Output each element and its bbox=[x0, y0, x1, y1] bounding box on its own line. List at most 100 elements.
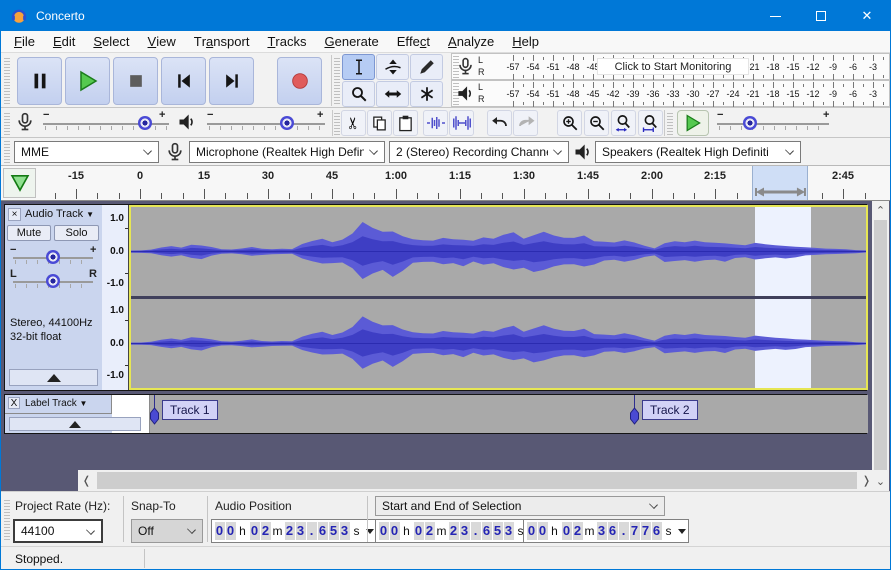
time-digit[interactable]: 6 bbox=[317, 522, 328, 540]
audio-position-field[interactable]: 00h02m23.653s bbox=[211, 519, 377, 543]
close-track-button[interactable]: × bbox=[8, 208, 21, 221]
undo-button[interactable] bbox=[487, 110, 512, 136]
zoom-out-button[interactable] bbox=[584, 110, 609, 136]
copy-button[interactable] bbox=[367, 110, 392, 136]
label-marker-handle[interactable] bbox=[628, 407, 641, 426]
skip-to-end-button[interactable] bbox=[209, 57, 254, 105]
maximize-button[interactable] bbox=[798, 1, 844, 31]
label-lane[interactable]: Track 1 Track 2 bbox=[150, 395, 868, 433]
skip-to-start-button[interactable] bbox=[161, 57, 206, 105]
recording-channels-select[interactable]: 2 (Stereo) Recording Channels bbox=[389, 141, 569, 163]
playback-device-select[interactable]: Speakers (Realtek High Definiti bbox=[595, 141, 801, 163]
selection-end-field[interactable]: 00h02m36.776s bbox=[523, 519, 689, 543]
trim-audio-button[interactable] bbox=[423, 110, 448, 136]
menu-analyze[interactable]: Analyze bbox=[439, 31, 503, 52]
recording-meter[interactable]: L R -57-54-51-48-45-42-39-36-33-30-27-24… bbox=[451, 53, 890, 80]
time-digit[interactable]: 2 bbox=[448, 522, 459, 540]
time-digit[interactable]: 6 bbox=[481, 522, 492, 540]
collapse-track-button[interactable] bbox=[9, 417, 141, 431]
time-digit[interactable]: 2 bbox=[284, 522, 295, 540]
playback-volume-slider[interactable] bbox=[207, 114, 325, 132]
time-digit[interactable]: 5 bbox=[328, 522, 339, 540]
menu-edit[interactable]: Edit bbox=[44, 31, 84, 52]
edit-toolbar-grip[interactable] bbox=[334, 111, 340, 135]
time-digit[interactable]: 0 bbox=[537, 522, 548, 540]
play-at-speed-button[interactable] bbox=[677, 110, 709, 136]
time-digit[interactable]: 5 bbox=[492, 522, 503, 540]
time-digit[interactable]: . bbox=[306, 522, 317, 540]
horizontal-scroll-thumb[interactable] bbox=[97, 472, 857, 489]
scroll-left-arrow[interactable]: ❬ bbox=[78, 470, 95, 491]
track-title-menu[interactable]: Label Track ▼ bbox=[25, 398, 87, 409]
selection-start-field[interactable]: 00h02m23.653s bbox=[375, 519, 541, 543]
slider-thumb[interactable] bbox=[279, 116, 294, 130]
menu-transport[interactable]: Transport bbox=[185, 31, 259, 52]
tools-toolbar-grip[interactable] bbox=[334, 57, 340, 104]
record-button[interactable] bbox=[277, 57, 322, 105]
time-digit[interactable]: 3 bbox=[459, 522, 470, 540]
time-digit[interactable]: 0 bbox=[249, 522, 260, 540]
silence-audio-button[interactable] bbox=[449, 110, 474, 136]
time-digit[interactable]: 6 bbox=[607, 522, 618, 540]
pan-slider[interactable] bbox=[13, 272, 93, 290]
menu-select[interactable]: Select bbox=[84, 31, 138, 52]
time-digit[interactable]: 3 bbox=[295, 522, 306, 540]
track-title-menu[interactable]: Audio Track ▼ bbox=[25, 208, 94, 220]
ruler-selection[interactable] bbox=[752, 166, 808, 200]
stop-button[interactable] bbox=[113, 57, 158, 105]
horizontal-scrollbar[interactable]: ❬ ❭ bbox=[78, 470, 875, 491]
selection-tool-button[interactable] bbox=[342, 54, 375, 80]
paste-button[interactable] bbox=[393, 110, 418, 136]
time-digit[interactable]: 7 bbox=[640, 522, 651, 540]
zoom-in-button[interactable] bbox=[557, 110, 582, 136]
time-digit[interactable]: 0 bbox=[561, 522, 572, 540]
transport-toolbar-grip[interactable] bbox=[4, 57, 10, 104]
waveform-area[interactable] bbox=[129, 205, 868, 390]
menu-view[interactable]: View bbox=[139, 31, 185, 52]
collapse-track-button[interactable] bbox=[9, 369, 98, 386]
multi-tool-button[interactable] bbox=[410, 81, 443, 107]
pinned-play-head-button[interactable] bbox=[3, 168, 36, 198]
minimize-button[interactable] bbox=[752, 1, 798, 31]
timeline-ruler[interactable]: -1501530451:001:151:301:452:002:152:302:… bbox=[1, 166, 890, 201]
slider-thumb[interactable] bbox=[46, 274, 60, 288]
scroll-down-arrow[interactable]: ⌄ bbox=[872, 473, 889, 490]
mute-button[interactable]: Mute bbox=[7, 225, 51, 241]
channel-separator[interactable] bbox=[131, 296, 866, 299]
time-digit[interactable]: 0 bbox=[378, 522, 389, 540]
time-digit[interactable]: 3 bbox=[503, 522, 514, 540]
time-shift-tool-button[interactable] bbox=[376, 81, 409, 107]
menu-help[interactable]: Help bbox=[503, 31, 548, 52]
label-marker-handle[interactable] bbox=[148, 407, 161, 426]
menu-tracks[interactable]: Tracks bbox=[258, 31, 315, 52]
play-at-speed-grip[interactable] bbox=[667, 111, 673, 135]
recording-volume-slider[interactable] bbox=[43, 114, 169, 132]
time-digit[interactable]: . bbox=[618, 522, 629, 540]
envelope-tool-button[interactable] bbox=[376, 54, 409, 80]
vertical-scroll-thumb[interactable] bbox=[874, 220, 887, 470]
mixer-toolbar-grip[interactable] bbox=[4, 111, 10, 135]
redo-button[interactable] bbox=[513, 110, 538, 136]
time-digit[interactable]: 2 bbox=[260, 522, 271, 540]
zoom-selection-button[interactable] bbox=[611, 110, 636, 136]
time-digit[interactable]: 0 bbox=[389, 522, 400, 540]
menu-effect[interactable]: Effect bbox=[388, 31, 439, 52]
menu-generate[interactable]: Generate bbox=[315, 31, 387, 52]
zoom-tool-button[interactable] bbox=[342, 81, 375, 107]
snap-to-select[interactable]: Off bbox=[131, 519, 203, 543]
close-track-button[interactable]: X bbox=[8, 397, 20, 409]
close-button[interactable]: ✕ bbox=[844, 1, 890, 31]
time-digit[interactable]: 3 bbox=[596, 522, 607, 540]
time-digit[interactable]: . bbox=[470, 522, 481, 540]
time-digit[interactable]: 2 bbox=[572, 522, 583, 540]
scroll-up-arrow[interactable]: ⌃ bbox=[872, 202, 889, 219]
device-toolbar-grip[interactable] bbox=[4, 141, 10, 163]
draw-tool-button[interactable] bbox=[410, 54, 443, 80]
chevron-down-icon[interactable] bbox=[678, 528, 686, 534]
playback-meter[interactable]: L R -57 -54 -51 -48 -45 -42 -39 -36 -33 -30 -27 -24… bbox=[451, 80, 890, 107]
label-text[interactable]: Track 2 bbox=[642, 400, 698, 420]
time-digit[interactable]: 7 bbox=[629, 522, 640, 540]
cut-button[interactable]: ✂ bbox=[341, 110, 366, 136]
gain-slider[interactable] bbox=[13, 248, 93, 266]
play-button[interactable] bbox=[65, 57, 110, 105]
